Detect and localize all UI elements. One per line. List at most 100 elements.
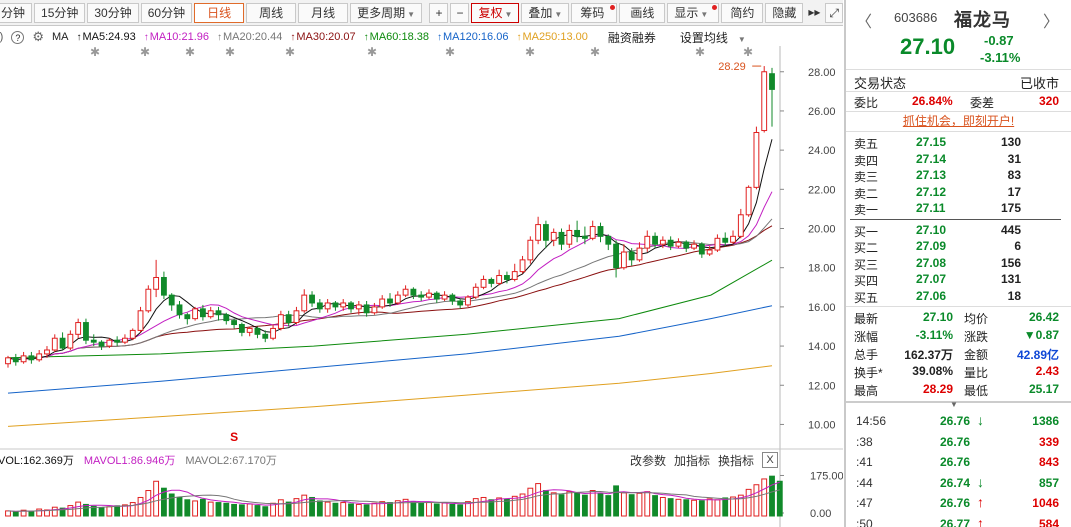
zoom-in-button[interactable]: + [429, 2, 449, 23]
period-daily-button[interactable]: 日线 [194, 2, 245, 23]
tick-row[interactable]: :47 26.76 ↑ 1046 [846, 493, 1071, 514]
zoom-out-button[interactable]: − [450, 2, 470, 23]
period-monthly-button[interactable]: 月线 [298, 2, 349, 23]
display-dropdown[interactable]: 显示 ▼ [667, 2, 720, 23]
volume-bar [511, 495, 518, 517]
stat-value: 25.17 [1028, 382, 1059, 396]
candle-body [238, 324, 245, 333]
ma-legend-value: MA120:16.06 [443, 31, 509, 43]
more-arrow-icon[interactable]: ▸▸ [805, 3, 823, 23]
tick-time: :44 [856, 475, 873, 490]
ask-row[interactable]: 卖五 27.15 130 [846, 134, 1071, 151]
volume-bar [496, 497, 503, 517]
stats-row: 最新 27.10 均价 26.42 [846, 309, 1071, 327]
candle-body [231, 320, 237, 326]
candle-body [691, 243, 697, 249]
bid-row[interactable]: 买四 27.07 131 [846, 271, 1071, 288]
maximize-icon[interactable]: ⤢ [825, 2, 843, 23]
y-tick-label: 18.00 [808, 263, 836, 275]
period-60min-button[interactable]: 60分钟 [140, 2, 193, 23]
more-periods-dropdown[interactable]: 更多周期 ▼ [350, 2, 423, 23]
high-price-label: 28.29 [718, 61, 746, 73]
tick-row[interactable]: :38 26.76 339 [846, 432, 1071, 453]
simple-mode-button[interactable]: 简约 [721, 2, 764, 23]
volume-bar [324, 501, 331, 517]
period-15min-button[interactable]: 15分钟 [34, 2, 86, 23]
volume-bar [706, 498, 713, 517]
y-tick-label: 14.00 [808, 341, 836, 353]
ma-legend-item: ↑MA10:21.96 [144, 31, 209, 43]
tick-list[interactable]: ▼ 14:56 26.76 ↓ 1386:38 26.76 339:41 26.76 843:4… [846, 400, 1071, 527]
candle-body [543, 224, 549, 241]
hide-button[interactable]: 隐藏 [765, 2, 804, 23]
ask-row[interactable]: 卖一 27.11 175 [846, 200, 1071, 217]
promo-link[interactable]: 抓住机会，即刻开户! [903, 114, 1014, 128]
volume-tools: 改参数 加指标 换指标 X [630, 450, 786, 470]
ma-items-group: MA ↑MA5:24.93 ↑MA10:21.96 ↑MA20:20.44 ↑MA30:… [52, 31, 596, 43]
tick-row[interactable]: :44 26.74 ↓ 857 [846, 473, 1071, 494]
tick-volume: 584 [1038, 516, 1059, 527]
volume-tick-label: 0.00 [810, 508, 831, 520]
bid-row[interactable]: 买三 27.08 156 [846, 255, 1071, 272]
period-30min-button[interactable]: 30分钟 [87, 2, 139, 23]
tick-price: 26.76 [940, 455, 971, 469]
ask-level-label: 卖一 [854, 203, 879, 217]
volume-bar [5, 510, 11, 517]
volume-bar [426, 502, 432, 517]
ask-row[interactable]: 卖三 27.13 83 [846, 167, 1071, 184]
period-weekly-button[interactable]: 周线 [246, 2, 297, 23]
kline-chart[interactable]: 28.00 26.00 24.00 22.00 20.00 18.00 16.00 14.00… [0, 46, 843, 527]
bid-row[interactable]: 买五 27.06 18 [846, 288, 1071, 305]
bid-level-label: 买三 [854, 257, 879, 272]
bid-row[interactable]: 买二 27.09 6 [846, 238, 1071, 255]
ask-row[interactable]: 卖四 27.14 31 [846, 151, 1071, 168]
event-marker-icon: ✱ [695, 46, 705, 59]
candle-body [449, 294, 456, 302]
tick-row[interactable]: 14:56 26.76 ↓ 1386 [846, 411, 1071, 432]
tick-row[interactable]: :41 26.76 843 [846, 452, 1071, 473]
draw-line-button[interactable]: 画线 [619, 2, 666, 23]
candle-body [628, 251, 635, 261]
volume-bar [659, 496, 666, 517]
candle-body [153, 276, 160, 290]
current-price: 27.10 [900, 34, 956, 59]
bid-row[interactable]: 买一 27.10 445 [846, 222, 1071, 239]
weibi-value: 26.84% [912, 94, 953, 108]
stat-value: 27.10 [922, 310, 953, 324]
candle-body [332, 302, 339, 308]
bid-list: 买一 27.10 445 买二 27.09 6 买三 27.08 156 买四 27.07 131 买五… [846, 222, 1071, 305]
tick-volume: 857 [1038, 475, 1059, 490]
switch-indicator-button[interactable]: 换指标 [718, 452, 754, 469]
ma-lead-label: () [0, 31, 4, 43]
stats-row: 总手 162.37万 金额 42.89亿 [846, 345, 1071, 363]
add-indicator-button[interactable]: 加指标 [674, 452, 710, 469]
margin-trading-label[interactable]: 融资融券 [608, 29, 656, 46]
open-account-promo[interactable]: 抓住机会，即刻开户! [846, 112, 1071, 132]
overlay-dropdown[interactable]: 叠加 ▼ [521, 2, 570, 23]
arrow-down-icon: ↓ [977, 412, 984, 428]
fuquan-dropdown[interactable]: 复权 ▼ [471, 2, 520, 23]
settings-gear-icon[interactable]: ⚙ [32, 29, 44, 45]
chips-button[interactable]: 筹码 [571, 2, 618, 23]
bid-price: 27.10 [916, 222, 947, 237]
candle-body [254, 327, 261, 335]
candle-body [418, 294, 425, 298]
volume-bar [449, 503, 456, 517]
stock-name: 福龙马 [954, 10, 1011, 30]
candle-body [83, 322, 89, 341]
candle-body [683, 241, 690, 249]
ma-settings-dropdown[interactable]: 设置均线 ▼ [680, 29, 754, 46]
volume-bar [192, 500, 199, 517]
ask-row[interactable]: 卖二 27.12 17 [846, 184, 1071, 201]
help-icon[interactable]: ? [11, 30, 25, 44]
change-params-button[interactable]: 改参数 [630, 452, 666, 469]
period-1min-button[interactable]: 分钟 [0, 2, 33, 23]
stat-value: 162.37万 [904, 348, 953, 362]
next-stock-icon[interactable]: 〉 [1043, 8, 1059, 32]
tick-row[interactable]: :50 26.77 ↑ 584 [846, 514, 1071, 527]
stock-terminal: 分钟 15分钟 30分钟 60分钟 日线 周线 月线 更多周期 ▼ + − 复权 ▼… [0, 0, 1071, 527]
close-icon[interactable]: X [762, 452, 779, 468]
triangle-down-icon[interactable]: ▼ [950, 400, 958, 409]
prev-stock-icon[interactable]: 〈 [856, 8, 872, 32]
candle-body [730, 235, 736, 243]
